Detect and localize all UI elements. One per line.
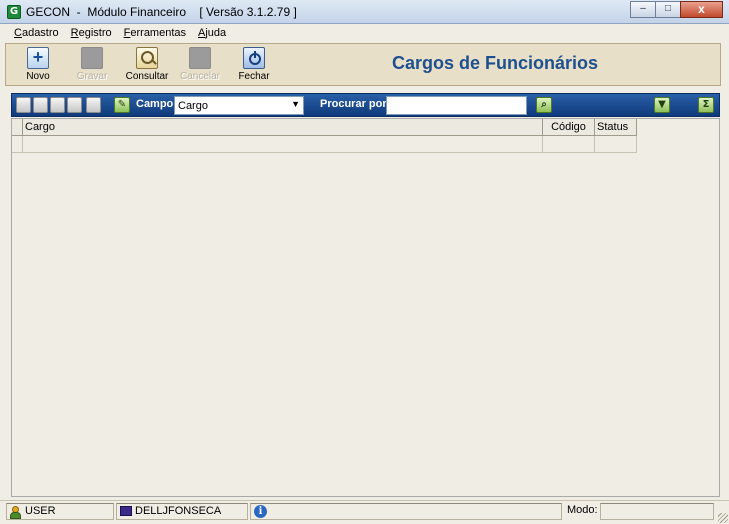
cancelar-label: Cancelar [179,71,221,82]
novo-button[interactable]: Novo [18,46,58,84]
status-user: USER [6,503,114,520]
maximize-button[interactable]: □ [655,1,681,18]
search-input[interactable] [386,96,527,115]
column-header-codigo[interactable]: Código [543,119,595,136]
menu-ajuda[interactable]: Ajuda [192,24,232,43]
nav-prior-button[interactable] [33,97,48,113]
consultar-button[interactable]: Consultar [122,46,172,84]
modo-value [600,503,714,520]
resize-grip[interactable] [718,513,728,523]
campo-label: Campo [136,98,174,110]
nav-first-button[interactable] [16,97,31,113]
status-bar: USER DELLJFONSECA i Modo: [0,500,729,524]
sigma-icon: Σ [702,99,710,110]
cancel-icon [189,47,211,69]
modo-label: Modo: [567,504,598,516]
maximize-icon: □ [664,3,672,14]
grid-area: Cargo Código Status [11,118,720,497]
magnifier-icon [136,47,158,69]
row-indicator-header [12,119,23,136]
column-header-cargo[interactable]: Cargo [23,119,543,136]
window-controls: – □ x [630,1,723,18]
search-icon: ⌕ [541,99,547,110]
save-icon [81,47,103,69]
title-bar: G GECON - Módulo Financeiro [ Versão 3.1… [0,0,729,24]
fechar-button[interactable]: Fechar [232,46,276,84]
minimize-icon: – [640,3,646,14]
cell-codigo[interactable] [543,136,595,153]
column-header-status[interactable]: Status [595,119,637,136]
data-grid: Cargo Código Status [12,119,637,153]
sum-button[interactable]: Σ [698,97,714,113]
campo-value: Cargo [178,100,208,112]
fechar-label: Fechar [238,71,270,82]
cancelar-button[interactable]: Cancelar [176,46,224,84]
consultar-label: Consultar [125,71,169,82]
grid-header: Cargo Código Status [12,119,637,136]
close-button[interactable]: x [680,1,723,18]
edit-button[interactable]: ✎ [114,97,130,113]
search-button[interactable]: ⌕ [536,97,552,113]
computer-name: DELLJFONSECA [135,505,222,517]
procurar-label: Procurar por [320,98,387,110]
user-icon [10,506,21,519]
page-title: Cargos de Funcionários [392,53,599,73]
info-icon: i [254,505,267,518]
menu-registro[interactable]: Registro [65,24,118,43]
minimize-button[interactable]: – [630,1,656,18]
menu-bar: Cadastro Registro Ferramentas Ajuda [0,24,729,43]
menu-cadastro[interactable]: Cadastro [8,24,65,43]
new-document-icon [27,47,49,69]
gecon-app-icon[interactable]: G [7,5,21,19]
row-indicator[interactable] [12,136,23,153]
novo-label: Novo [26,71,50,82]
toolbar: Novo Gravar Consultar Cancelar Fechar Ca… [5,43,721,86]
window-title: GECON - Módulo Financeiro [ Versão 3.1.2… [26,5,297,19]
nav-refresh-button[interactable] [86,97,101,113]
close-icon: x [698,2,705,16]
nav-last-button[interactable] [67,97,82,113]
status-computer: DELLJFONSECA [116,503,248,520]
power-icon [243,47,265,69]
funnel-icon: ▼ [658,99,666,110]
cell-cargo[interactable] [23,136,543,153]
gravar-button[interactable]: Gravar [72,46,112,84]
table-row[interactable] [12,136,637,153]
pencil-icon: ✎ [117,99,127,110]
user-name: USER [25,505,56,517]
nav-next-button[interactable] [50,97,65,113]
menu-ferramentas[interactable]: Ferramentas [118,24,192,43]
chevron-down-icon: ▼ [291,99,300,109]
computer-icon [120,506,132,516]
cell-status[interactable] [595,136,637,153]
status-info: i [250,503,562,520]
filter-button[interactable]: ▼ [654,97,670,113]
campo-select[interactable]: Cargo ▼ [174,96,304,115]
search-bar: ✎ Campo Cargo ▼ Procurar por ⌕ ▼ Σ [11,93,720,117]
gravar-label: Gravar [76,71,108,82]
